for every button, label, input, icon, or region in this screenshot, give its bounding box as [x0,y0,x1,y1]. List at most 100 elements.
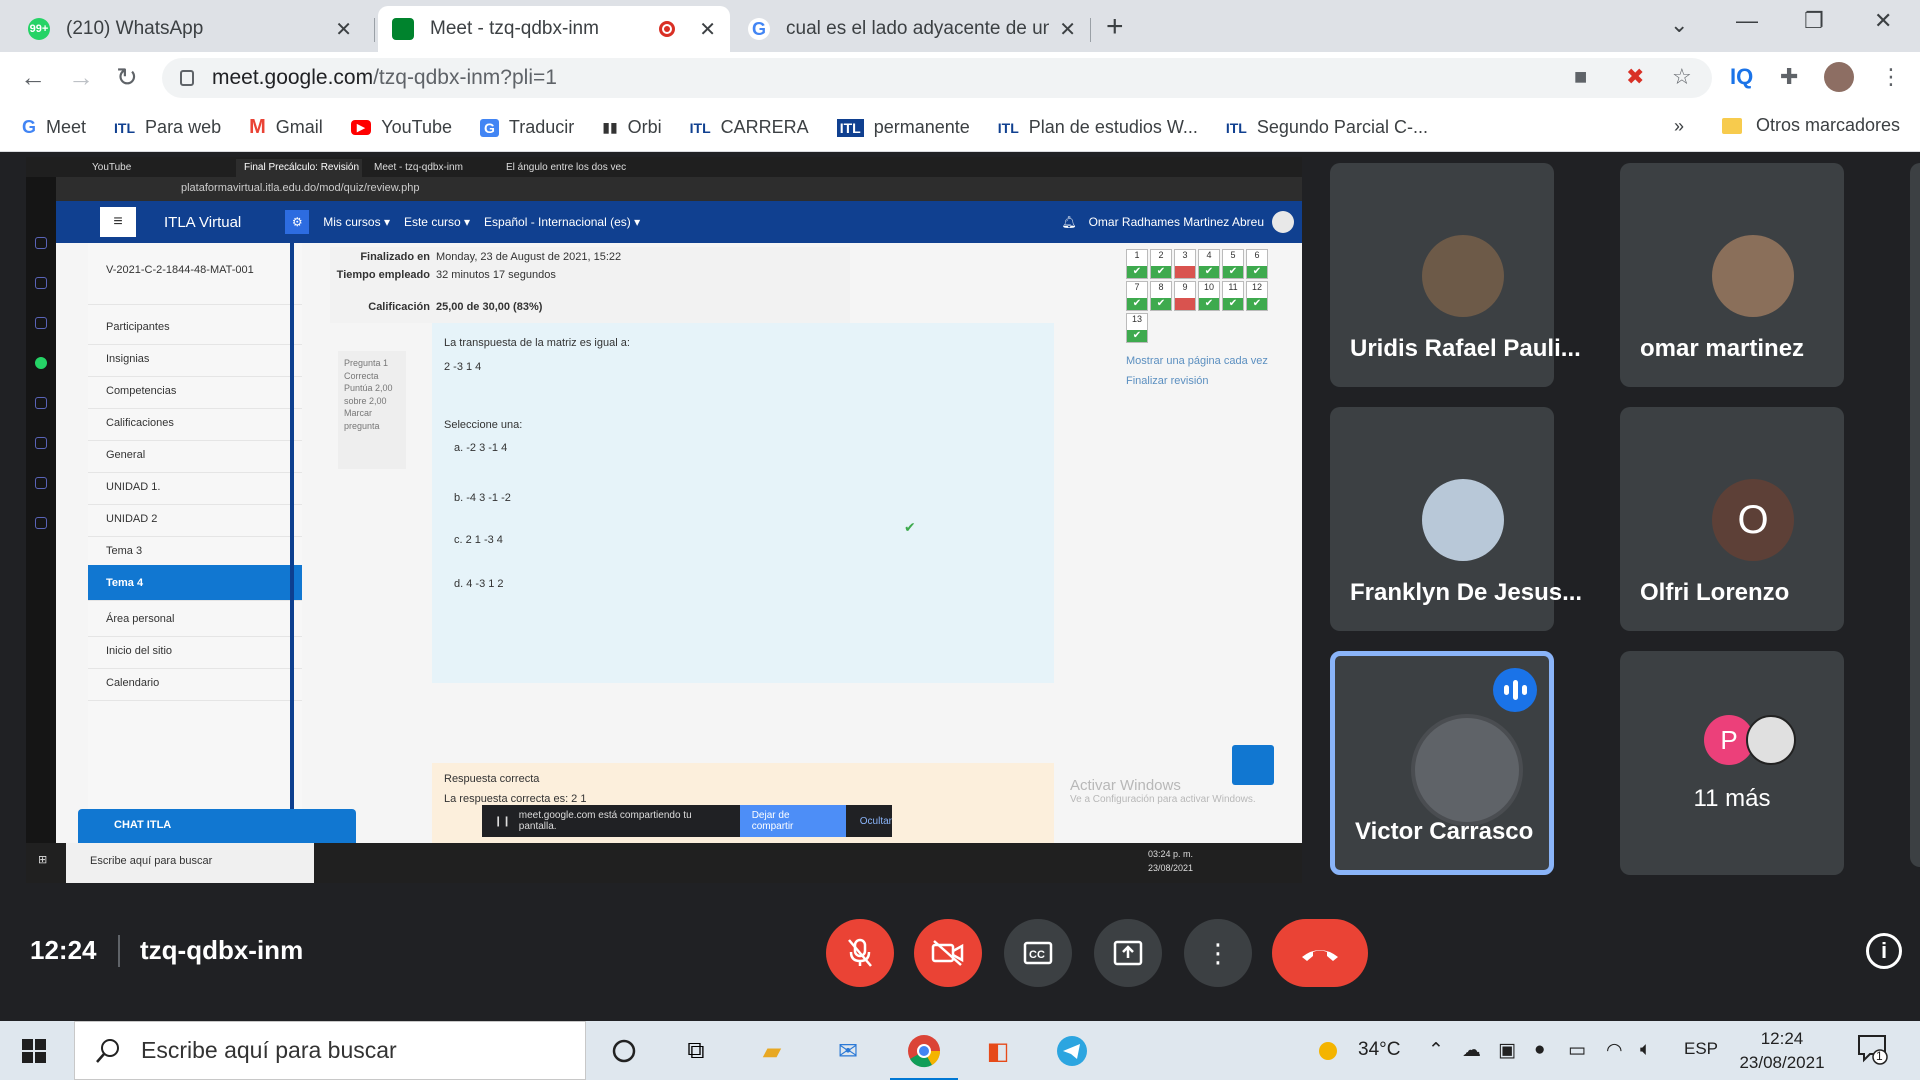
forward-icon[interactable]: → [68,62,94,93]
bookmark-label: permanente [873,117,970,137]
tab-search-icon[interactable]: ⌄ [1670,12,1688,38]
question-matrix: 2 -3 1 4 [444,361,482,373]
wifi-icon[interactable]: ◠ [1606,1039,1623,1062]
participant-tile[interactable]: Uridis Rafael Pauli... [1330,163,1581,387]
gmail-icon: M [249,116,266,138]
mail-icon[interactable]: ✉ [828,1031,868,1071]
nav-item: Tema 3 [88,533,302,569]
bookmark-plan-estudios[interactable]: ITL Plan de estudios W... [998,117,1198,138]
other-bookmarks[interactable]: Otros marcadores [1722,115,1900,136]
bookmark-traducir[interactable]: G Traducir [479,117,574,138]
shared-tab: Final Precálculo: Revisión d [236,159,362,177]
show-hidden-icons-icon[interactable]: ⌃ [1428,1039,1444,1062]
svg-text:CC: CC [1029,949,1045,961]
profile-avatar[interactable] [1824,62,1854,92]
tab-google-search[interactable]: G cual es el lado adyacente de un t ✕ [734,6,1090,52]
close-icon[interactable]: ✕ [335,17,352,42]
bell-icon: 🔔︎ [1061,215,1077,229]
moodle-navbar: ≡ ITLA Virtual ⚙ Mis cursos ▾ Este curso… [56,201,1302,243]
site-name: ITLA Virtual [164,213,242,231]
volume-icon[interactable]: 🔈︎ [1640,1039,1651,1061]
iq-extension-icon[interactable]: IQ [1730,64,1753,90]
meeting-details-icon[interactable]: i [1866,933,1902,969]
user-menu: 🔔︎ Omar Radhames Martinez Abreu [1061,211,1294,233]
onedrive-icon[interactable]: ☁ [1462,1039,1481,1062]
windows-start-button[interactable] [22,1039,46,1063]
bookmark-permanente[interactable]: ITL permanente [836,117,970,138]
tab-whatsapp[interactable]: 99+ (210) WhatsApp ✕ [14,6,366,52]
url-path: /tzq-qdbx-inm?pli=1 [373,66,557,89]
tab-meet[interactable]: Meet - tzq-qdbx-inm ✕ [378,6,730,52]
shared-tab: El ángulo entre los dos vec [506,162,627,173]
weather-icon[interactable] [1316,1039,1342,1069]
bookmark-para-web[interactable]: ITL Para web [114,117,221,138]
hang-up-icon [1302,950,1338,961]
share-message: meet.google.com está compartiendo tu pan… [518,810,692,832]
present-icon [1113,940,1143,966]
participant-tile-speaking[interactable]: Victor Carrasco [1330,651,1554,875]
user-name: Omar Radhames Martinez Abreu [1088,215,1264,229]
new-tab-button[interactable]: + [1106,10,1124,44]
orbi-icon: ▮▮ [602,119,618,135]
bookmark-carrera[interactable]: ITL CARRERA [690,117,809,138]
more-participants-tile[interactable]: P 11 más [1620,651,1844,875]
camera-icon[interactable]: ■ [1574,64,1587,90]
cortana-icon[interactable] [604,1031,644,1071]
camera-off-icon [931,940,964,966]
telegram-icon[interactable] [1052,1031,1092,1071]
file-explorer-icon[interactable]: ▰ [752,1031,792,1071]
nav-item: UNIDAD 1. [88,469,302,505]
avatar [1422,479,1504,561]
input-language[interactable]: ESP [1684,1039,1718,1059]
bookmark-segundo-parcial[interactable]: ITL Segundo Parcial C-... [1226,117,1428,138]
shared-url: plataformavirtual.itla.edu.do/mod/quiz/r… [26,177,1302,201]
participant-tile[interactable]: Franklyn De Jesus... [1330,407,1582,631]
bookmarks-overflow-button[interactable]: » [1674,116,1684,137]
present-screen-button[interactable] [1094,919,1162,987]
battery-icon[interactable]: ▭ [1568,1039,1586,1062]
system-clock[interactable]: 12:24 23/08/2021 [1732,1027,1832,1075]
shared-windows-taskbar: ⊞ Escribe aquí para buscar 03:24 p. m. 2… [26,843,1302,883]
temperature[interactable]: 34°C [1358,1039,1400,1061]
taskbar-search[interactable]: Escribe aquí para buscar [74,1021,586,1080]
reload-icon[interactable]: ↻ [116,62,138,93]
bookmark-orbi[interactable]: ▮▮ Orbi [602,117,661,138]
camera-off-button[interactable] [914,919,982,987]
participant-tile[interactable]: omar martinez [1620,163,1844,387]
task-view-icon[interactable]: ⧉ [676,1031,716,1071]
extensions-icon[interactable]: ✚ [1780,64,1798,90]
close-icon[interactable]: ✕ [699,17,716,42]
captions-button[interactable]: CC [1004,919,1072,987]
menu-icon[interactable]: ⋮ [1880,64,1902,90]
back-icon[interactable]: ← [20,62,46,93]
more-options-button[interactable]: ⋮ [1184,919,1252,987]
question-number: 12 ✔ [1246,281,1268,311]
chrome-icon[interactable] [890,1031,958,1080]
avatar [1712,235,1794,317]
captions-icon: CC [1023,941,1053,965]
notifications-icon[interactable]: 1 [1856,1033,1890,1071]
microphone-icon[interactable]: ● [1534,1039,1545,1061]
bookmark-gmail[interactable]: M Gmail [249,116,323,139]
minimize-button[interactable]: — [1736,8,1758,34]
leave-call-button[interactable] [1272,919,1368,987]
bookmark-meet[interactable]: G Meet [22,117,86,138]
address-bar[interactable]: meet.google.com/tzq-qdbx-inm?pli=1 [162,58,1712,98]
bookmark-star-icon[interactable]: ☆ [1672,64,1692,90]
blocked-popup-icon[interactable]: ✖ [1626,64,1644,90]
finish-review-link: Finalizar revisión [1126,375,1209,387]
meet-present-icon[interactable]: ▣ [1498,1039,1516,1062]
bookmark-label: Para web [145,117,222,137]
close-window-button[interactable]: ✕ [1874,8,1892,34]
nav-item: General [88,437,302,473]
participant-tile[interactable]: O Olfri Lorenzo [1620,407,1844,631]
more-vert-icon: ⋮ [1205,937,1231,968]
restore-button[interactable]: ❐ [1804,8,1824,34]
close-icon[interactable]: ✕ [1059,17,1076,42]
stop-sharing-button: Dejar de compartir [739,805,846,837]
office-icon[interactable]: ◧ [978,1031,1018,1071]
bookmark-youtube[interactable]: ▶ YouTube [350,117,452,138]
mic-off-button[interactable] [826,919,894,987]
mic-off-icon [848,938,872,967]
question-box: La transpuesta de la matriz es igual a: … [432,323,1054,683]
